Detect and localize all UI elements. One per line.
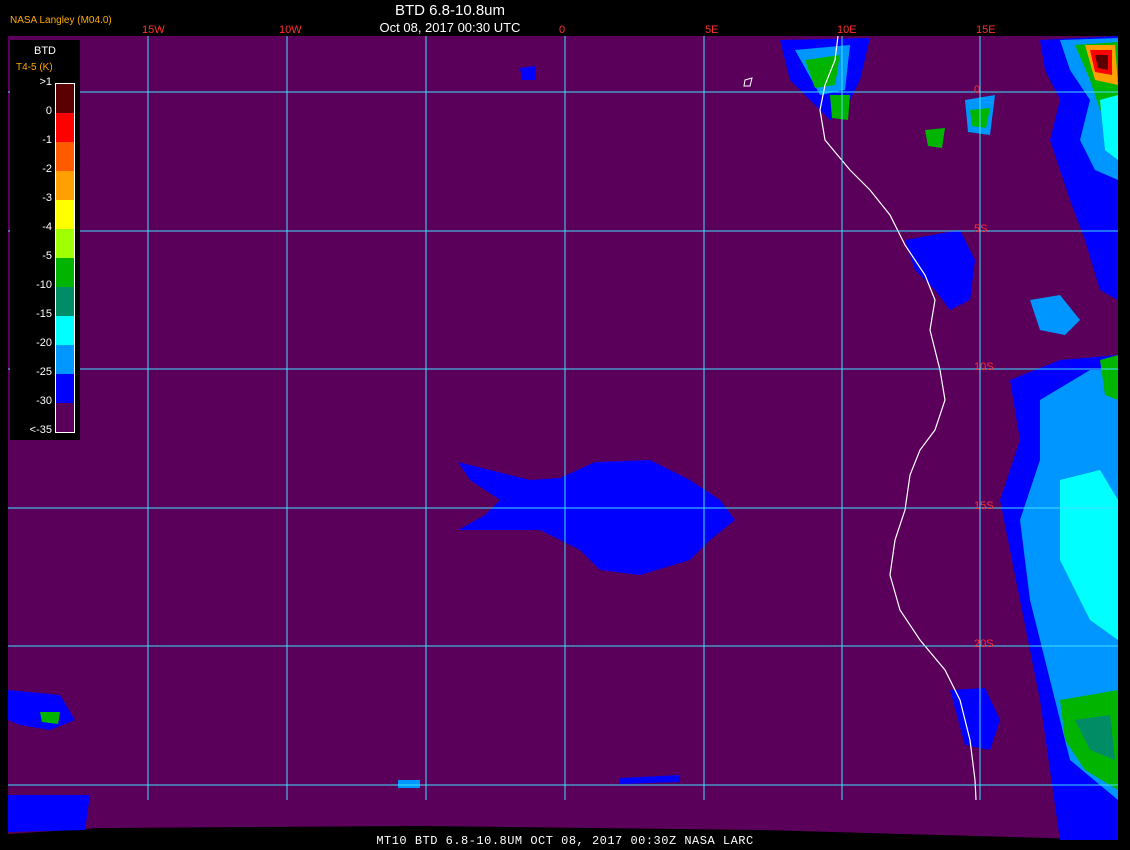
legend-tick-label: -4 (42, 221, 52, 233)
lon-label-10w: 10W (279, 24, 302, 36)
lat-label-15s: 15S (974, 500, 994, 512)
legend-subtitle: T4-5 (K) (16, 62, 53, 73)
credit-label: NASA Langley (M04.0) (10, 15, 112, 26)
legend-title: BTD (34, 45, 56, 57)
lat-label-0: 0 (974, 84, 981, 96)
lat-label-5s: 5S (974, 223, 988, 235)
legend-tick-label: -10 (36, 279, 52, 291)
map-area (8, 36, 1118, 840)
legend-tick-label: <-35 (29, 424, 52, 436)
legend-tick-label: -20 (36, 337, 52, 349)
legend-tick-label: -3 (42, 192, 52, 204)
legend-frame (55, 83, 75, 433)
legend-tick-label: 0 (45, 105, 52, 117)
lon-label-5e: 5E (705, 24, 719, 36)
legend-tick-label: -2 (42, 163, 52, 175)
lon-label-15w: 15W (142, 24, 165, 36)
lat-label-10s: 10S (974, 361, 994, 373)
map-title: BTD 6.8-10.8um (394, 2, 506, 19)
legend-tick-label: -30 (36, 395, 52, 407)
color-legend: BTD T4-5 (K) >1 0 -1 -2 -3 -4 -5 -10 -15 -20 -25 -3… (10, 40, 80, 440)
map-datetime: Oct 08, 2017 00:30 UTC (379, 20, 521, 35)
legend-tick-label: -25 (36, 366, 52, 378)
lon-label-0: 0 (559, 24, 566, 36)
legend-tick-label: >1 (39, 76, 52, 88)
lat-label-20s: 20S (974, 638, 994, 650)
legend-tick-label: -1 (42, 134, 52, 146)
legend-tick-label: -15 (36, 308, 52, 320)
footer-caption: MT10 BTD 6.8-10.8UM OCT 08, 2017 00:30Z … (376, 834, 754, 848)
lon-label-15e: 15E (976, 24, 996, 36)
legend-tick-label: -5 (42, 250, 52, 262)
lon-label-10e: 10E (837, 24, 857, 36)
satellite-map (0, 0, 1130, 850)
